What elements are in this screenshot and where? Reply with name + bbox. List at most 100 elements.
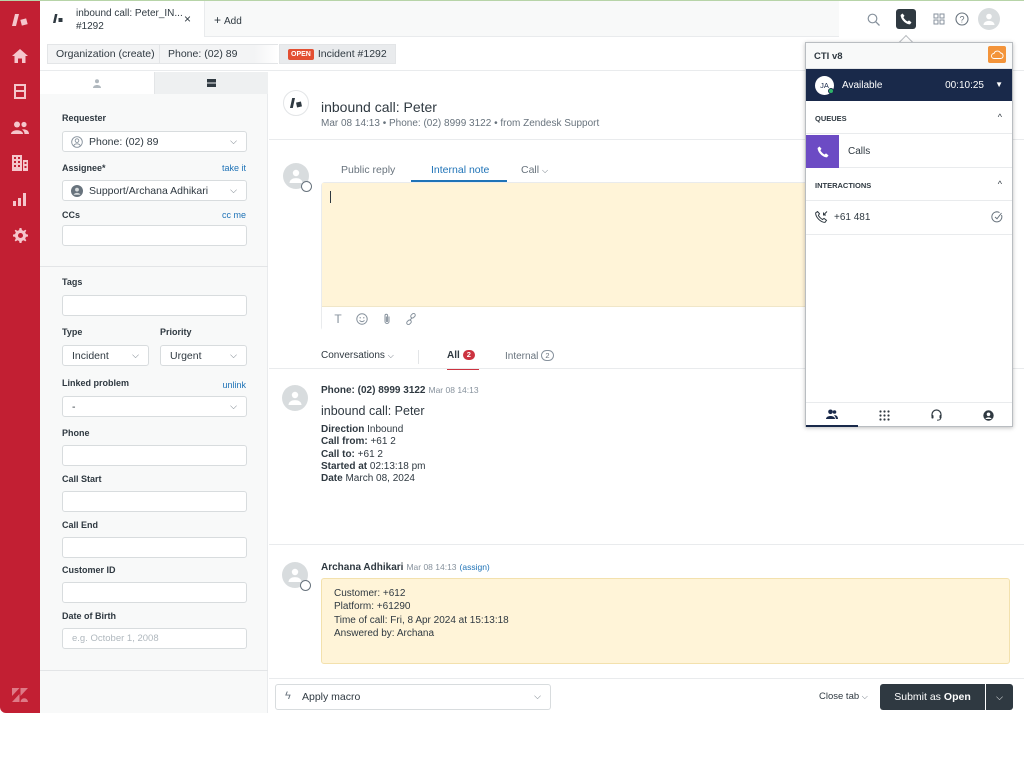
svg-text:?: ? [959,14,964,24]
submit-button[interactable]: Submit as Open [880,684,985,710]
filter-internal-label: Internal [505,351,539,362]
date-of-birth-input[interactable]: e.g. October 1, 2008 [62,628,247,649]
add-tab-label: Add [224,16,242,27]
customer-id-input[interactable] [62,582,247,603]
breadcrumb-requester[interactable]: Phone: (02) 89 [159,44,278,64]
note-author: Archana Adhikari Mar 08 14:13 (assign) [321,562,490,573]
note-time: Mar 08 14:13 [406,562,457,572]
breadcrumb-ticket[interactable]: OPEN Incident #1292 [279,44,396,64]
call-end-input[interactable] [62,537,247,558]
organizations-icon[interactable] [10,153,30,173]
attachment-icon[interactable] [380,312,394,326]
search-icon[interactable] [865,11,881,27]
event-key: Started at [321,461,368,472]
tags-input[interactable] [62,295,247,316]
reporting-icon[interactable] [10,189,30,209]
filter-divider [418,350,419,364]
unlink-link[interactable]: unlink [222,380,246,390]
note-textarea[interactable] [322,183,821,306]
type-select[interactable]: Incident ⌵ [62,345,149,366]
take-it-link[interactable]: take it [222,163,246,173]
chevron-down-icon: ⌵ [132,350,139,360]
internal-count-badge: 2 [541,350,554,361]
phone-input[interactable] [62,445,247,466]
cti-header: CTI v8 [806,43,1012,69]
apply-macro-label: Apply macro [302,691,361,703]
tab-user[interactable] [40,72,154,94]
queues-label: QUEUES [815,114,847,123]
user-icon [983,13,995,25]
filter-internal[interactable]: Internal 2 [505,350,554,362]
chevron-down-icon: ⌵ [861,692,868,701]
priority-select[interactable]: Urgent ⌵ [160,345,247,366]
caller-avatar [282,385,308,411]
submit-options-button[interactable]: ⌵ [986,684,1013,710]
cti-tab-contacts[interactable] [806,403,858,427]
cti-phone-button[interactable] [896,9,916,29]
user-avatar-button[interactable] [978,8,1000,30]
breadcrumb-organization[interactable]: Organization (create) [47,44,164,64]
main-nav [0,1,40,713]
home-icon[interactable] [10,46,30,66]
ticket-properties-panel: Requester Phone: (02) 89 ⌵ Assignee* tak… [40,72,268,713]
user-circle-icon [71,136,83,148]
apply-macro-select[interactable]: ϟ Apply macro ⌵ [275,684,551,710]
profile-icon [982,409,994,421]
cloud-icon[interactable] [988,46,1006,63]
note-line: Answered by: Archana [334,628,435,639]
filter-all[interactable]: All 2 [447,350,475,361]
phone-icon [806,135,839,168]
cti-tab-profile[interactable] [962,403,1014,427]
agent-status[interactable]: Available [842,80,882,91]
views-icon[interactable] [10,81,30,101]
channel-logo [283,90,309,116]
internal-note-editor[interactable]: T [321,182,821,331]
conversation-filter: Conversations ⌵ All 2 Internal 2 [321,348,621,370]
customers-icon[interactable] [10,117,30,137]
ccs-label: CCs [62,210,81,220]
chevron-down-icon: ⌵ [542,166,549,175]
wrap-up-icon[interactable] [991,211,1003,226]
queue-item-calls[interactable]: Calls [806,135,1012,168]
close-tab-dropdown[interactable]: Close tab ⌵ [819,691,868,702]
cti-tab-headset[interactable] [910,403,962,427]
add-tab-button[interactable]: + Add [214,13,242,27]
tab-internal-note[interactable]: Internal note [431,164,489,176]
incoming-call-icon [815,210,828,226]
caret-down-icon[interactable]: ▼ [995,80,1003,89]
event-title: inbound call: Peter [321,404,425,418]
close-tab-icon[interactable]: × [184,12,191,26]
chevron-down-icon: ⌵ [230,350,237,360]
zendesk-support-icon [290,98,302,108]
assignee-select[interactable]: Support/Archana Adhikari ⌵ [62,180,247,201]
agent-badge-icon [300,580,311,591]
chevron-up-icon: ^ [997,179,1002,189]
queues-section-header[interactable]: QUEUES ^ [806,102,1012,134]
cc-me-link[interactable]: cc me [222,210,246,220]
tab-public-reply[interactable]: Public reply [341,164,395,176]
help-icon[interactable]: ? [954,11,970,27]
text-format-icon[interactable]: T [331,312,345,326]
event-author-name: Phone: (02) 8999 3122 [321,385,426,396]
zendesk-app: inbound call: Peter_IN... #1292 × + Add ? [0,0,1024,714]
tab-call[interactable]: Call ⌵ [521,164,548,176]
requester-select[interactable]: Phone: (02) 89 ⌵ [62,131,247,152]
tab-ticket-fields[interactable] [154,72,268,94]
conversations-dropdown[interactable]: Conversations ⌵ [321,350,394,361]
call-start-input[interactable] [62,491,247,512]
user-icon [288,568,302,582]
zendesk-logo-icon[interactable] [10,10,30,30]
interaction-number: +61 481 [834,212,871,223]
ccs-input[interactable] [62,225,247,246]
product-tray-icon[interactable] [931,11,947,27]
link-icon[interactable] [404,312,418,326]
ticket-tab[interactable]: inbound call: Peter_IN... #1292 × [40,1,205,37]
interactions-section-header[interactable]: INTERACTIONS ^ [806,169,1012,201]
linked-problem-select[interactable]: - ⌵ [62,396,247,417]
interaction-item[interactable]: +61 481 [806,201,1012,235]
note-line: Customer: +612 [334,588,406,599]
assign-link[interactable]: (assign) [460,562,490,572]
cti-tab-dialpad[interactable] [858,403,910,427]
emoji-icon[interactable] [355,312,369,326]
admin-gear-icon[interactable] [10,225,30,245]
